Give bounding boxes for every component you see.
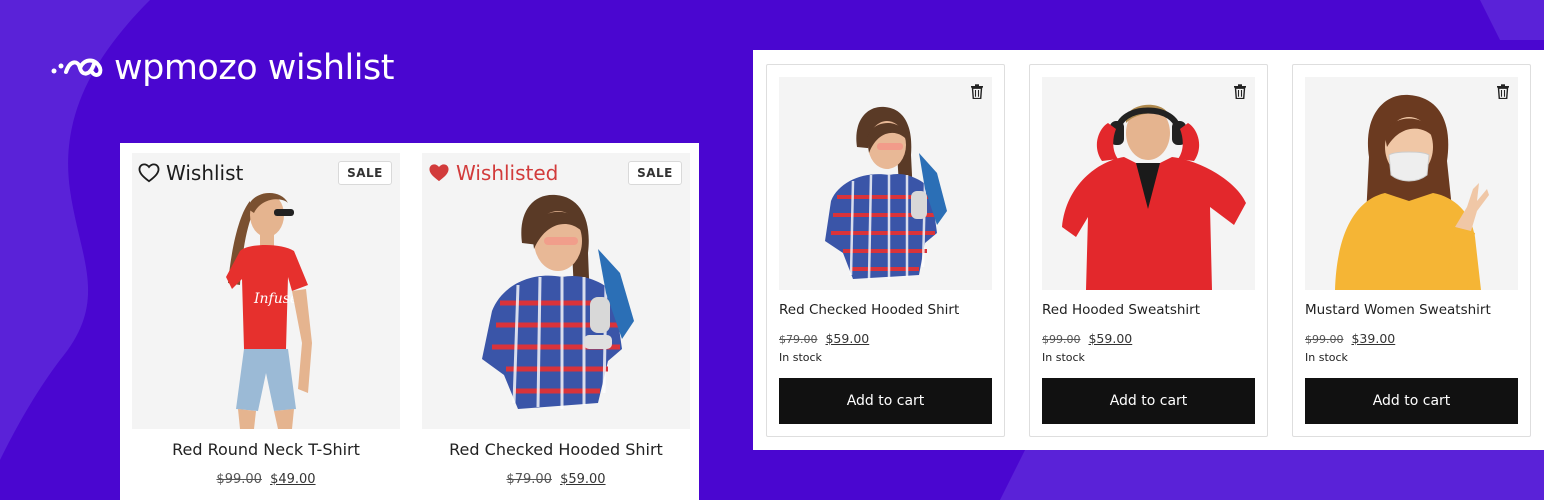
wishlist-panel: Red Checked Hooded Shirt $79.00 $59.00 I… [753,50,1544,450]
product-title[interactable]: Red Round Neck T-Shirt [132,439,400,461]
product-photo-checked-shirt [482,194,634,409]
add-to-cart-button[interactable]: Add to cart [1042,378,1255,424]
product-card: Infuse Wishlist SALE Red Round Neck T-Sh… [132,153,400,500]
sale-price: $39.00 [1351,331,1396,346]
add-to-cart-button[interactable]: Add to cart [1305,378,1518,424]
brand-name: wpmozo wishlist [114,48,394,88]
product-photo-red-sweatshirt [1062,104,1246,290]
wishlist-item-title[interactable]: Red Checked Hooded Shirt [779,301,994,319]
wishlist-item: Red Checked Hooded Shirt $79.00 $59.00 I… [766,64,1005,437]
product-title[interactable]: Red Checked Hooded Shirt [422,439,690,461]
wishlist-item-price: $99.00 $59.00 [1042,331,1132,348]
sale-price: $49.00 [270,472,316,487]
old-price: $79.00 [779,333,818,346]
old-price: $99.00 [1305,333,1344,346]
product-card: Wishlisted SALE Red Checked Hooded Shirt… [422,153,690,500]
old-price: $79.00 [506,472,552,487]
sale-price: $59.00 [1088,331,1133,346]
wishlist-item-price: $99.00 $39.00 [1305,331,1395,348]
wishlist-button-active[interactable]: Wishlisted [428,161,558,185]
wishlist-item-image[interactable] [1042,77,1255,290]
sale-price: $59.00 [560,472,606,487]
wishlist-item-image[interactable] [1305,77,1518,290]
trash-icon[interactable] [1496,84,1510,99]
wishlist-item-price: $79.00 $59.00 [779,331,869,348]
wishlist-item: Mustard Women Sweatshirt $99.00 $39.00 I… [1292,64,1531,437]
brand-logo: wpmozo wishlist [50,46,394,90]
wishlist-item-title[interactable]: Mustard Women Sweatshirt [1305,301,1520,319]
product-image[interactable]: Infuse [132,153,400,429]
wishlist-item: Red Hooded Sweatshirt $99.00 $59.00 In s… [1029,64,1268,437]
trash-icon[interactable] [1233,84,1247,99]
wishlist-item-title[interactable]: Red Hooded Sweatshirt [1042,301,1257,319]
wishlist-button[interactable]: Wishlist [138,161,243,185]
wishlist-label: Wishlisted [456,161,559,185]
wishlist-item-image[interactable] [779,77,992,290]
stock-status: In stock [1305,351,1348,364]
product-price: $79.00 $59.00 [422,471,690,489]
old-price: $99.00 [216,472,262,487]
logo-mark-icon [51,58,103,77]
stock-status: In stock [1042,351,1085,364]
old-price: $99.00 [1042,333,1081,346]
add-to-cart-button[interactable]: Add to cart [779,378,992,424]
heart-outline-icon [138,163,160,183]
sale-badge: SALE [628,161,682,185]
heart-filled-icon [429,164,449,182]
trash-icon[interactable] [970,84,984,99]
sale-price: $59.00 [825,331,870,346]
product-image[interactable] [422,153,690,429]
product-photo-checked-shirt [825,106,947,280]
product-price: $99.00 $49.00 [132,471,400,489]
svg-text:Infuse: Infuse [253,291,298,307]
product-photo-tshirt: Infuse [226,192,312,429]
product-photo-mustard-sweatshirt [1335,94,1489,290]
wishlist-label: Wishlist [166,161,244,185]
product-grid-panel: Infuse Wishlist SALE Red Round Neck T-Sh… [120,143,699,500]
stock-status: In stock [779,351,822,364]
sale-badge: SALE [338,161,392,185]
